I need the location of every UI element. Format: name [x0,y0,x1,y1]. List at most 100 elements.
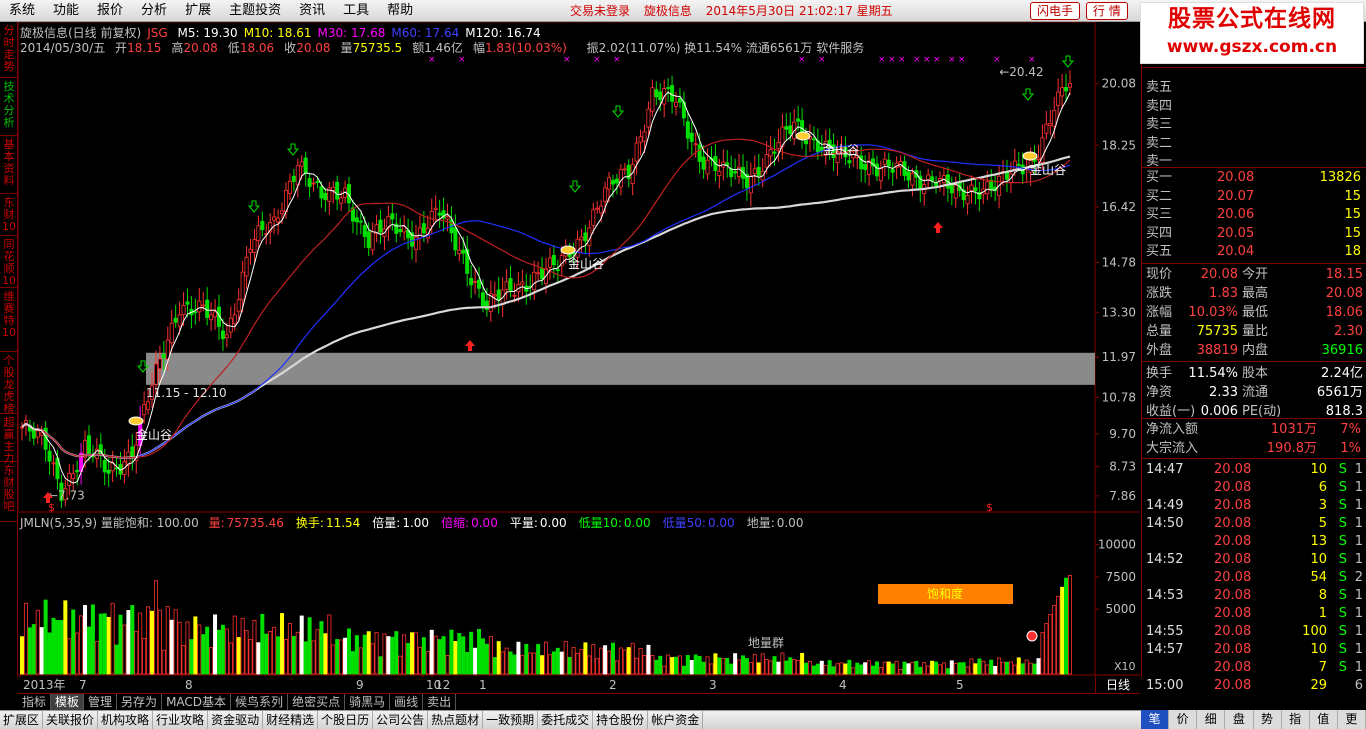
volume-bar [197,624,202,675]
left-tab[interactable]: 东财股吧 [0,462,18,522]
volume-bar [429,629,434,675]
indicator-tab[interactable]: 管理 [84,694,118,710]
footer-tab[interactable]: 个股日历 [318,711,374,729]
left-tab[interactable]: 个股龙虎榜 [0,352,18,415]
stat-value: 2.33 [1209,385,1238,400]
menu-item[interactable]: 分析 [132,0,176,22]
candle-body [492,294,497,297]
candle-body [169,322,174,344]
footer-tab[interactable]: 扩展区 [0,711,44,729]
indicator-tab[interactable]: 另存为 [117,694,163,710]
volume-bar [760,653,765,675]
tick-time: 15:00 [1146,678,1184,693]
divider [1142,263,1366,264]
indicator-tab[interactable]: 模板 [51,694,85,710]
indicator-tab[interactable]: 候鸟系列 [231,694,289,710]
left-tab[interactable]: 同花顺10 [0,236,18,288]
quote-button[interactable]: 行 情 [1086,2,1128,20]
volume-bar [27,627,32,675]
volume-bar [55,620,60,675]
candle-body [67,473,72,486]
quote-tab[interactable]: 值 [1310,710,1338,729]
left-tab[interactable]: 超赢主力 [0,414,18,465]
indicator-tab[interactable]: 绝密买点 [288,694,346,710]
menu-item[interactable]: 工具 [334,0,378,22]
volume-bar [717,657,722,675]
footer-tab[interactable]: 资金驱动 [208,711,264,729]
volume-stat-key: 换手: [295,516,324,530]
login-status[interactable]: 交易未登录 [570,4,630,18]
tick-price: 20.08 [1214,588,1252,603]
volume-bar [173,609,178,675]
menu-item[interactable]: 系统 [0,0,44,22]
indicator-tab[interactable]: 骑黑马 [345,694,391,710]
quote-tab[interactable]: 细 [1197,710,1226,729]
volume-bar [685,655,690,675]
time-axis-label: 12 [435,678,451,692]
left-tab[interactable]: 基本资料 [0,136,18,194]
volume-bar [906,663,911,675]
quote-tab[interactable]: 指 [1282,710,1310,729]
footer-tab[interactable]: 关联报价 [43,711,99,729]
volume-bar [205,626,210,675]
menu-item[interactable]: 报价 [88,0,132,22]
menu-item[interactable]: 功能 [44,0,88,22]
left-tab[interactable]: 技术分析 [0,78,18,136]
bid-volume: 13826 [1319,170,1361,185]
volume-bar [1032,663,1037,675]
volume-bar [981,660,986,675]
candle-body [260,220,265,230]
header-stat: 量75735.5 [341,41,409,55]
menu-item[interactable]: 主题投资 [220,0,290,22]
volume-bar [713,653,718,675]
chart-canvas[interactable]: 20.08 18.25 16.42 14.78 13.30 11.97 10.78 9.70 8… [18,22,1140,677]
quote-tab[interactable]: 价 [1169,710,1198,729]
candle-body [461,249,466,254]
volume-bar [871,665,876,675]
candle-body [213,311,218,318]
menu-item[interactable]: 扩展 [176,0,220,22]
volume-bar [524,643,529,675]
stat-value: 1.83 [1209,286,1238,301]
left-tab-strip: 分时走势 技术分析 基本资料 东财10 同花顺10 维赛特10 个股龙虎榜 超赢主力 东财股吧 [0,22,18,677]
candle-body [1060,87,1065,97]
volume-bar [252,619,257,675]
footer-tab[interactable]: 一致预期 [483,711,539,729]
tick-time: 14:50 [1146,516,1184,531]
left-tab[interactable]: 东财10 [0,194,18,236]
tick-volume: 6 [1318,480,1327,495]
footer-tab[interactable]: 热点题材 [428,711,484,729]
footer-tab[interactable]: 持仓股份 [593,711,649,729]
cross-mark-icon: × [948,55,956,65]
quote-tab[interactable]: 势 [1254,710,1282,729]
period-label[interactable]: 日线 [1095,677,1140,693]
candle-body [197,300,202,313]
quote-tab[interactable]: 更 [1338,710,1366,729]
menu-item[interactable]: 资讯 [290,0,334,22]
volume-bar [232,615,237,675]
indicator-tab[interactable]: MACD基本 [162,694,232,710]
candle-body [591,209,596,226]
quote-tab[interactable]: 盘 [1225,710,1254,729]
footer-tab[interactable]: 帐户资金 [648,711,704,729]
volume-axis-label: 5000 [1105,602,1136,616]
left-tab[interactable]: 维赛特10 [0,288,18,352]
volume-axis-label: 10000 [1098,537,1136,551]
volume-bar [216,629,221,675]
left-tab[interactable]: 分时走势 [0,22,18,78]
footer-tab[interactable]: 机构攻略 [98,711,154,729]
quote-tab[interactable]: 笔 [1141,710,1170,729]
indicator-tab[interactable]: 指标 [18,694,52,710]
indicator-tab[interactable]: 画线 [390,694,424,710]
indicator-tab[interactable]: 卖出 [423,694,457,710]
footer-tab[interactable]: 行业攻略 [153,711,209,729]
kline-chart[interactable]: 20.08 18.25 16.42 14.78 13.30 11.97 10.78 9.70 8… [18,22,1140,677]
tick-side: S [1338,642,1347,657]
ask-row: 卖四 [1142,97,1366,116]
menu-item[interactable]: 帮助 [378,0,422,22]
footer-tab[interactable]: 公司公告 [373,711,429,729]
flash-trade-button[interactable]: 闪电手 [1030,2,1081,20]
footer-tab[interactable]: 财经精选 [263,711,319,729]
candle-body [201,304,206,307]
footer-tab[interactable]: 委托成交 [538,711,594,729]
